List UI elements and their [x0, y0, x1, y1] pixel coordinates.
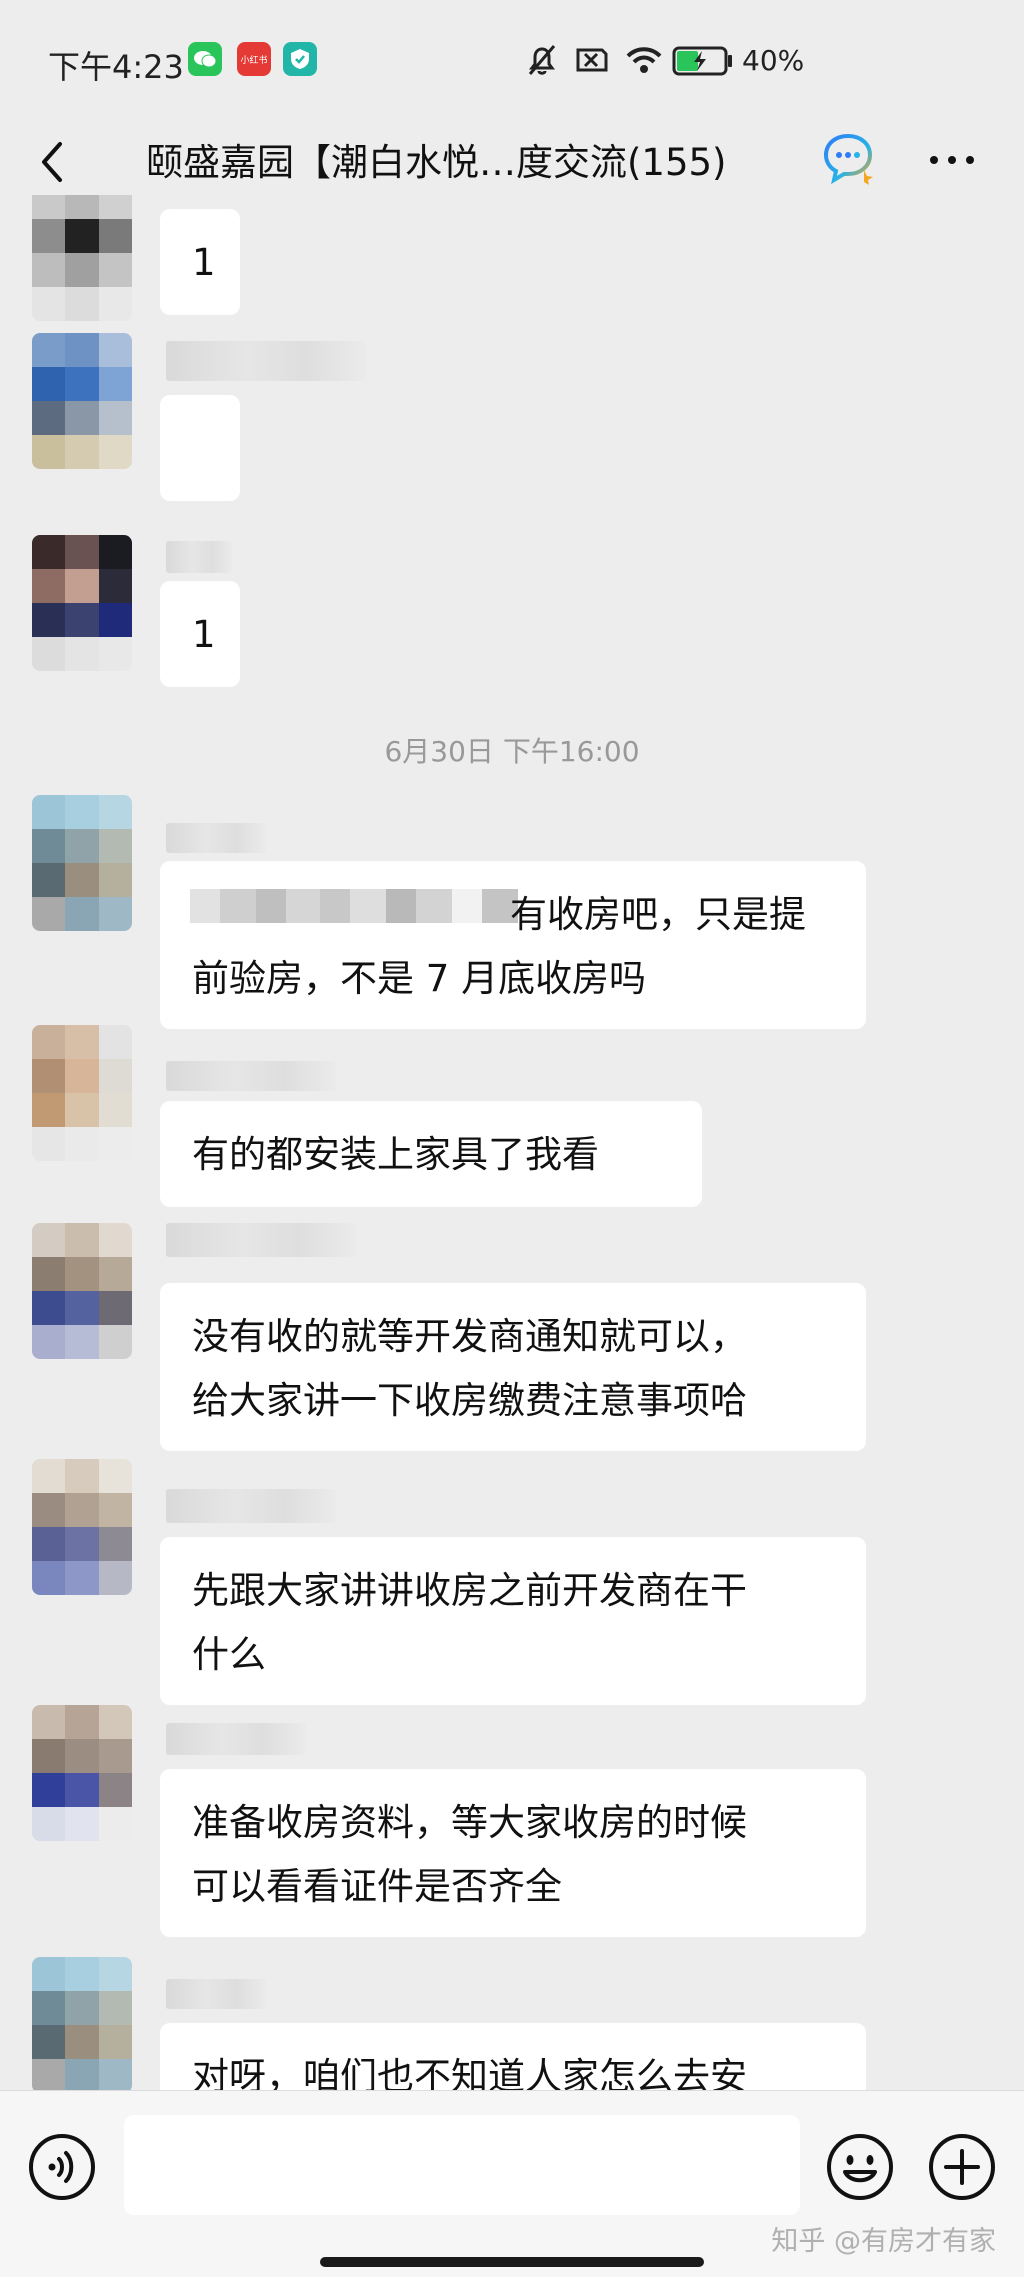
avatar[interactable] [32, 1705, 132, 1841]
avatar[interactable] [32, 333, 132, 469]
nickname-redacted [166, 1223, 356, 1257]
avatar[interactable] [32, 1025, 132, 1161]
message-bubble[interactable]: 先跟大家讲讲收房之前开发商在干 什么 [160, 1537, 866, 1705]
plus-icon[interactable] [926, 2131, 998, 2203]
message-bubble[interactable]: 有收房吧，只是提 前验房，不是 7 月底收房吗 [160, 861, 866, 1029]
wechat-icon [188, 42, 222, 76]
avatar[interactable] [32, 795, 132, 931]
avatar[interactable] [32, 1459, 132, 1595]
emoji-icon[interactable] [824, 2131, 896, 2203]
message-bubble[interactable]: 没有收的就等开发商通知就可以， 给大家讲一下收房缴费注意事项哈 [160, 1283, 866, 1451]
nickname-redacted [166, 541, 232, 573]
shield-icon [283, 42, 317, 76]
battery-percent: 40% [742, 44, 805, 77]
status-time: 下午4:23 [48, 48, 184, 86]
watermark: 知乎 @有房才有家 [771, 2226, 996, 2257]
message-bubble[interactable]: 1 [160, 581, 240, 687]
back-arrow-icon[interactable] [32, 132, 72, 192]
voice-icon[interactable] [26, 2131, 98, 2203]
message-list[interactable]: 1 1 6月30日 下午16:00 有收房吧，只是提 前验房，不是 7 月底收房… [0, 195, 1024, 2090]
nickname-redacted [166, 341, 366, 381]
bell-muted-icon [528, 45, 556, 75]
chat-bubble-icon[interactable] [820, 130, 876, 186]
nickname-redacted [166, 1723, 306, 1755]
input-bar: 知乎 @有房才有家 [0, 2090, 1024, 2277]
avatar[interactable] [32, 535, 132, 671]
message-bubble[interactable]: 准备收房资料，等大家收房的时候 可以看看证件是否齐全 [160, 1769, 866, 1937]
message-bubble[interactable]: 有的都安装上家具了我看 [160, 1101, 702, 1207]
no-sim-icon [576, 48, 608, 72]
message-input[interactable] [124, 2115, 800, 2215]
message-text: 有收房吧，只是提 前验房，不是 7 月底收房吗 [192, 893, 806, 1000]
avatar[interactable] [32, 1223, 132, 1359]
more-dots-icon[interactable] [924, 140, 980, 180]
xiaohongshu-icon: 小红书 [237, 42, 271, 76]
avatar[interactable] [32, 1957, 132, 2090]
nickname-redacted [166, 1061, 336, 1091]
message-bubble[interactable] [160, 395, 240, 501]
battery-icon [672, 46, 732, 76]
nickname-redacted [166, 1979, 266, 2009]
chat-title: 颐盛嘉园【潮白水悦…度交流(155) [146, 141, 727, 184]
message-bubble[interactable]: 对呀，咱们也不知道人家怎么去安 [160, 2023, 866, 2090]
wifi-icon [626, 47, 662, 73]
home-indicator[interactable] [320, 2257, 704, 2267]
nickname-redacted [166, 1489, 336, 1523]
timestamp: 6月30日 下午16:00 [384, 735, 640, 768]
avatar[interactable] [32, 195, 132, 321]
message-bubble[interactable]: 1 [160, 209, 240, 315]
nickname-redacted [166, 823, 266, 853]
status-bar: 下午4:23 小红书 40% [0, 0, 1024, 120]
